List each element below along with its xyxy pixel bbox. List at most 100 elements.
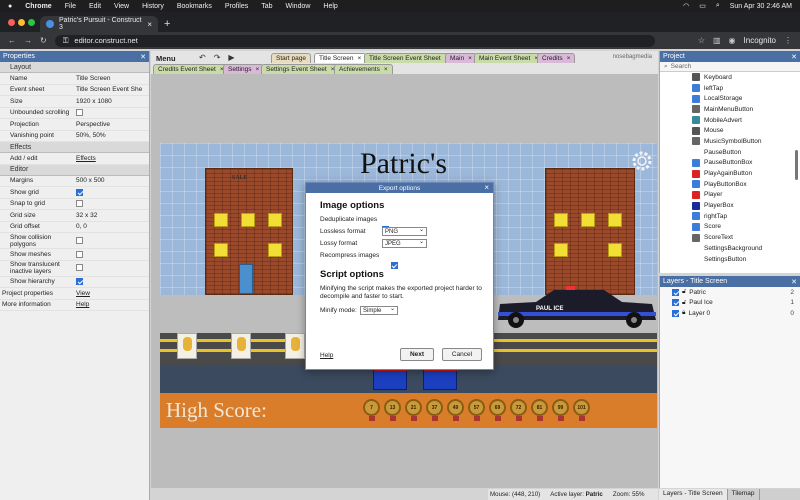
project-item[interactable]: PlayButtonBox: [660, 179, 800, 190]
giraffe-sprite[interactable]: [231, 333, 251, 359]
project-search-input[interactable]: ⌕ Search: [660, 62, 800, 72]
prop-margins[interactable]: Margins 500 x 500: [0, 176, 149, 187]
close-window-icon[interactable]: [8, 19, 15, 26]
tab-title-screen[interactable]: Title Screen ×: [314, 53, 367, 63]
section-effects[interactable]: Effects: [0, 142, 149, 153]
project-item[interactable]: leftTap: [660, 83, 800, 94]
maximize-window-icon[interactable]: [28, 19, 35, 26]
medal[interactable]: 69: [489, 399, 506, 421]
gear-icon[interactable]: [629, 148, 655, 174]
menubar-file[interactable]: File: [65, 3, 76, 10]
high-score-label[interactable]: High Score:: [166, 398, 267, 423]
tab-achievements[interactable]: Achievements ×: [334, 64, 393, 74]
project-item[interactable]: rightTap: [660, 211, 800, 222]
menubar-clock[interactable]: Sun Apr 30 2:46 AM: [730, 3, 792, 10]
project-item[interactable]: PlayerBox: [660, 200, 800, 211]
menubar-window[interactable]: Window: [286, 3, 311, 10]
close-tab-icon[interactable]: ×: [357, 55, 361, 62]
close-project-icon[interactable]: ✕: [791, 53, 797, 61]
tab-main[interactable]: Main ×: [445, 53, 477, 63]
medal[interactable]: 49: [447, 399, 464, 421]
layer-visible-checkbox[interactable]: [672, 299, 679, 307]
project-item[interactable]: PauseButtonBox: [660, 158, 800, 169]
hierarchy-checkbox[interactable]: [76, 278, 83, 286]
project-item[interactable]: SettingsButton: [660, 254, 800, 265]
medal[interactable]: 7: [363, 399, 380, 421]
url-field[interactable]: ⚿ editor.construct.net: [54, 34, 655, 47]
sidebar-icon[interactable]: ▥: [713, 36, 721, 45]
tab-settings-event-sheet[interactable]: Settings Event Sheet ×: [261, 64, 340, 74]
layer-row[interactable]: 🔒︎ Layer 0 0: [660, 308, 800, 319]
prop-name[interactable]: Name Title Screen: [0, 73, 149, 85]
medal[interactable]: 101: [573, 399, 590, 421]
medal[interactable]: 37: [426, 399, 443, 421]
view-link[interactable]: View: [76, 290, 149, 297]
search-icon[interactable]: ⌕: [716, 2, 720, 10]
effects-link[interactable]: Effects: [76, 155, 149, 162]
forward-icon[interactable]: →: [24, 36, 32, 45]
project-item[interactable]: MainMenuButton: [660, 104, 800, 115]
projection-select[interactable]: Perspective: [76, 121, 149, 128]
tab-layers[interactable]: Layers - Title Screen: [659, 489, 728, 500]
tab-credits[interactable]: Credits ×: [537, 53, 576, 63]
incognito-icon[interactable]: ◉: [729, 36, 736, 45]
building-right[interactable]: [545, 168, 635, 295]
tab-start-page[interactable]: Start page: [271, 53, 311, 63]
next-button[interactable]: Next: [400, 348, 434, 361]
close-properties-icon[interactable]: ✕: [140, 53, 146, 61]
menubar-app-name[interactable]: Chrome: [25, 3, 51, 10]
project-item[interactable]: Mouse: [660, 125, 800, 136]
close-tab-icon[interactable]: ×: [147, 20, 152, 29]
more-icon[interactable]: ⋮: [784, 36, 792, 45]
project-item[interactable]: MusicSymbolButton: [660, 136, 800, 147]
medal[interactable]: 21: [405, 399, 422, 421]
menubar-view[interactable]: View: [114, 3, 129, 10]
unbounded-checkbox[interactable]: [76, 109, 83, 117]
wifi-icon[interactable]: ◠: [683, 2, 689, 10]
tab-credits-event-sheet[interactable]: Credits Event Sheet ×: [153, 64, 229, 74]
prop-projection[interactable]: Projection Perspective: [0, 119, 149, 131]
project-item[interactable]: LocalStorage: [660, 93, 800, 104]
project-item[interactable]: PlayAgainButton: [660, 168, 800, 179]
lossless-select[interactable]: PNG: [382, 226, 427, 236]
medal[interactable]: 72: [510, 399, 527, 421]
meshes-checkbox[interactable]: [76, 250, 83, 258]
menubar-bookmarks[interactable]: Bookmarks: [177, 3, 212, 10]
help-link[interactable]: Help: [76, 301, 149, 308]
project-item[interactable]: Keyboard: [660, 72, 800, 83]
player-sprite[interactable]: [373, 365, 408, 390]
tab-tilemap[interactable]: Tilemap: [728, 489, 760, 500]
redo-icon[interactable]: ↷: [214, 53, 221, 62]
project-item[interactable]: ScoreText: [660, 232, 800, 243]
lock-icon[interactable]: 🔒︎: [682, 309, 685, 317]
cancel-button[interactable]: Cancel: [442, 348, 482, 361]
prop-grid-offset[interactable]: Grid offset 0, 0: [0, 222, 149, 233]
collision-checkbox[interactable]: [76, 236, 83, 244]
profile-label[interactable]: Incognito: [744, 36, 776, 45]
prop-event-sheet[interactable]: Event sheet Title Screen Event She: [0, 85, 149, 96]
close-tab-icon[interactable]: ×: [256, 66, 260, 73]
star-icon[interactable]: ☆: [698, 36, 705, 45]
tab-settings[interactable]: Settings ×: [223, 64, 265, 74]
snap-checkbox[interactable]: [76, 200, 83, 208]
lossy-select[interactable]: JPEG: [382, 238, 427, 248]
project-item[interactable]: Player: [660, 190, 800, 201]
medal[interactable]: 81: [531, 399, 548, 421]
show-grid-checkbox[interactable]: [76, 188, 83, 196]
layer-row[interactable]: 🔓︎ Paul Ice 1: [660, 298, 800, 309]
layer-row[interactable]: 🔓︎ Patric 2: [660, 287, 800, 298]
close-layers-icon[interactable]: ✕: [791, 278, 797, 286]
giraffe-sprite[interactable]: [177, 333, 197, 359]
unlock-icon[interactable]: 🔓︎: [682, 288, 686, 296]
unlock-icon[interactable]: 🔓︎: [682, 299, 686, 307]
prop-size[interactable]: Size 1920 x 1080: [0, 96, 149, 108]
section-editor[interactable]: Editor: [0, 164, 149, 176]
layer-visible-checkbox[interactable]: [672, 288, 679, 296]
project-item[interactable]: Score: [660, 222, 800, 233]
minify-select[interactable]: Simple: [360, 305, 398, 315]
menubar-profiles[interactable]: Profiles: [225, 3, 248, 10]
play-icon[interactable]: ▶: [228, 53, 234, 62]
tab-main-event-sheet[interactable]: Main Event Sheet×: [474, 53, 544, 63]
medal[interactable]: 57: [468, 399, 485, 421]
close-tab-icon[interactable]: ×: [384, 66, 388, 73]
